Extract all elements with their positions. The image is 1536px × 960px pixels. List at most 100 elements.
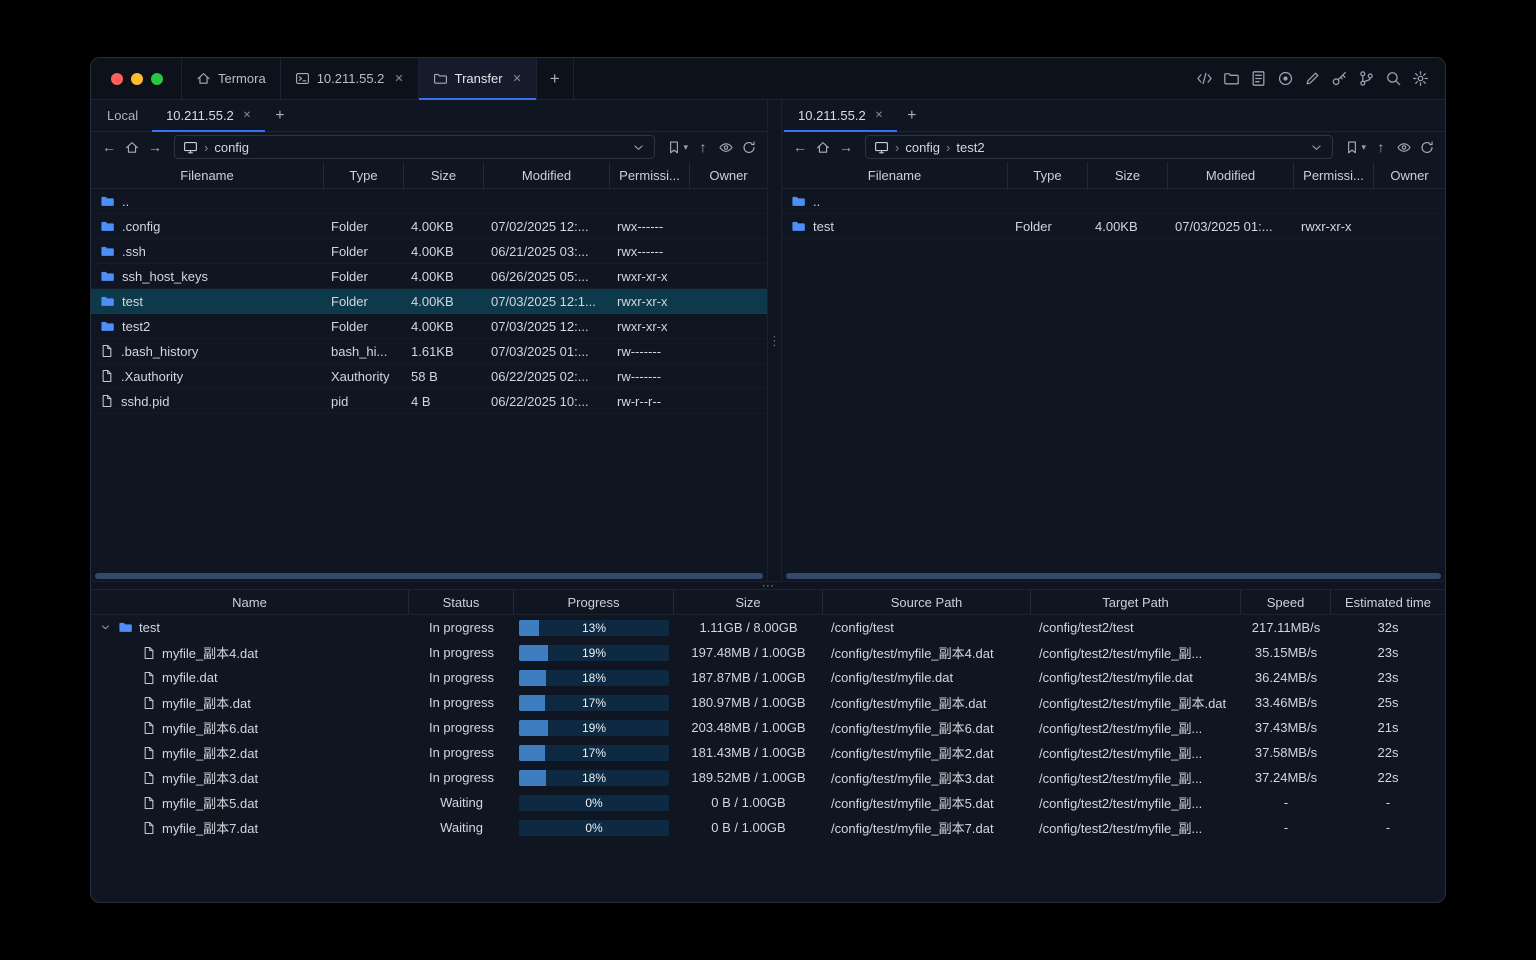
refresh-icon[interactable] (1417, 140, 1437, 155)
transfer-column-header[interactable]: Name (91, 590, 409, 614)
column-header[interactable]: Permissi... (1294, 162, 1374, 188)
new-app-tab-button[interactable]: + (537, 58, 574, 99)
transfer-column-header[interactable]: Estimated time (1331, 590, 1445, 614)
home-button[interactable] (122, 140, 142, 155)
pane-splitter[interactable]: ⋮ (767, 100, 782, 581)
close-pane-tab-icon[interactable]: ✕ (243, 110, 251, 121)
file-row[interactable]: .bash_history bash_hi... 1.61KB 07/03/20… (91, 339, 767, 364)
horizontal-scrollbar[interactable] (91, 571, 767, 581)
transfer-row[interactable]: myfile_副本.dat In progress 17% 180.97MB /… (91, 690, 1445, 715)
scrollbar-thumb[interactable] (786, 573, 1441, 579)
column-header[interactable]: Filename (782, 162, 1008, 188)
close-window-button[interactable] (111, 72, 123, 85)
file-row[interactable]: sshd.pid pid 4 B 06/22/2025 10:... rw-r-… (91, 389, 767, 414)
transfer-row[interactable]: myfile_副本2.dat In progress 17% 181.43MB … (91, 740, 1445, 765)
file-row[interactable]: .config Folder 4.00KB 07/02/2025 12:... … (91, 214, 767, 239)
breadcrumb-segment[interactable]: test2 (956, 140, 984, 155)
branch-icon[interactable] (1358, 70, 1375, 87)
transfer-row[interactable]: myfile_副本7.dat Waiting 0% 0 B / 1.00GB /… (91, 815, 1445, 840)
expand-chevron-icon[interactable] (99, 621, 112, 634)
back-button[interactable]: ← (790, 136, 810, 158)
column-header[interactable]: Type (1008, 162, 1088, 188)
search-icon[interactable] (1385, 70, 1402, 87)
transfer-status: In progress (428, 745, 495, 760)
column-header[interactable]: Owner (1374, 162, 1445, 188)
transfer-row[interactable]: myfile_副本5.dat Waiting 0% 0 B / 1.00GB /… (91, 790, 1445, 815)
bookmark-dropdown-icon[interactable]: ▾ (1361, 142, 1366, 153)
column-header[interactable]: Owner (690, 162, 767, 188)
scrollbar-thumb[interactable] (95, 573, 763, 579)
forward-button[interactable]: → (145, 136, 165, 158)
transfer-column-header[interactable]: Size (674, 590, 823, 614)
transfer-column-header[interactable]: Progress (514, 590, 674, 614)
column-header[interactable]: Permissi... (610, 162, 690, 188)
chevron-down-icon[interactable] (1309, 140, 1324, 155)
file-row[interactable]: test Folder 4.00KB 07/03/2025 12:1... rw… (91, 289, 767, 314)
home-button[interactable] (813, 140, 833, 155)
transfer-column-header[interactable]: Speed (1241, 590, 1331, 614)
transfer-row[interactable]: myfile.dat In progress 18% 187.87MB / 1.… (91, 665, 1445, 690)
progress-fill (519, 644, 548, 661)
file-row[interactable]: test2 Folder 4.00KB 07/03/2025 12:... rw… (91, 314, 767, 339)
new-pane-tab-button[interactable]: + (265, 100, 294, 131)
close-tab-icon[interactable]: ✕ (394, 72, 403, 85)
settings-icon[interactable] (1412, 70, 1429, 87)
app-tab-termora[interactable]: Termora (181, 58, 281, 99)
show-hidden-eye-icon[interactable] (1394, 140, 1414, 155)
transfer-column-header[interactable]: Target Path (1031, 590, 1241, 614)
code-icon[interactable] (1196, 70, 1213, 87)
transfer-column-header[interactable]: Source Path (823, 590, 1031, 614)
breadcrumb-segment[interactable]: config (905, 140, 940, 155)
column-header[interactable]: Filename (91, 162, 324, 188)
pane-tab-10-211-55-2[interactable]: 10.211.55.2 ✕ (784, 100, 898, 132)
file-row[interactable]: test Folder 4.00KB 07/03/2025 01:... rwx… (782, 214, 1445, 239)
breadcrumb-segment[interactable]: config (214, 140, 249, 155)
pane-tab-10-211-55-2[interactable]: 10.211.55.2 ✕ (152, 100, 266, 132)
column-header[interactable]: Size (404, 162, 484, 188)
transfer-row[interactable]: myfile_副本3.dat In progress 18% 189.52MB … (91, 765, 1445, 790)
transfer-splitter[interactable]: ⋯ (91, 579, 1445, 592)
folder-icon[interactable] (1223, 70, 1240, 87)
file-row[interactable]: ssh_host_keys Folder 4.00KB 06/26/2025 0… (91, 264, 767, 289)
horizontal-scrollbar[interactable] (782, 571, 1445, 581)
path-bar[interactable]: › config › test2 (865, 135, 1334, 159)
column-header[interactable]: Size (1088, 162, 1168, 188)
pane-tab-label: Local (107, 108, 139, 123)
minimize-window-button[interactable] (131, 72, 143, 85)
bookmark-dropdown-icon[interactable]: ▾ (683, 142, 688, 153)
transfer-row[interactable]: myfile_副本6.dat In progress 19% 203.48MB … (91, 715, 1445, 740)
app-tab-10-211-55-2[interactable]: 10.211.55.2 ✕ (281, 58, 419, 99)
file-row[interactable]: .ssh Folder 4.00KB 06/21/2025 03:... rwx… (91, 239, 767, 264)
show-hidden-eye-icon[interactable] (716, 140, 736, 155)
file-row[interactable]: .Xauthority Xauthority 58 B 06/22/2025 0… (91, 364, 767, 389)
file-row[interactable]: .. (782, 189, 1445, 214)
app-tab-transfer[interactable]: Transfer ✕ (418, 58, 537, 100)
record-icon[interactable] (1277, 70, 1294, 87)
column-header[interactable]: Modified (484, 162, 610, 188)
zoom-window-button[interactable] (151, 72, 163, 85)
forward-button[interactable]: → (836, 136, 856, 158)
pane-tab-local[interactable]: Local (93, 100, 152, 131)
log-icon[interactable] (1250, 70, 1267, 87)
up-directory-button[interactable]: ↑ (693, 136, 713, 158)
file-icon (142, 721, 156, 735)
up-directory-button[interactable]: ↑ (1371, 136, 1391, 158)
transfer-row[interactable]: test In progress 13% 1.11GB / 8.00GB /co… (91, 615, 1445, 640)
column-header[interactable]: Type (324, 162, 404, 188)
chevron-down-icon[interactable] (631, 140, 646, 155)
new-pane-tab-button[interactable]: + (897, 100, 926, 131)
transfer-row[interactable]: myfile_副本4.dat In progress 19% 197.48MB … (91, 640, 1445, 665)
back-button[interactable]: ← (99, 136, 119, 158)
refresh-icon[interactable] (739, 140, 759, 155)
file-row[interactable]: .. (91, 189, 767, 214)
bookmark-icon[interactable] (1342, 140, 1362, 155)
column-header[interactable]: Modified (1168, 162, 1294, 188)
bookmark-icon[interactable] (664, 140, 684, 155)
edit-icon[interactable] (1304, 70, 1321, 87)
close-pane-tab-icon[interactable]: ✕ (875, 110, 883, 121)
path-bar[interactable]: › config (174, 135, 656, 159)
key-icon[interactable] (1331, 70, 1348, 87)
close-tab-icon[interactable]: ✕ (513, 72, 522, 85)
file-permissions: rwxr-xr-x (617, 293, 668, 309)
transfer-column-header[interactable]: Status (409, 590, 514, 614)
